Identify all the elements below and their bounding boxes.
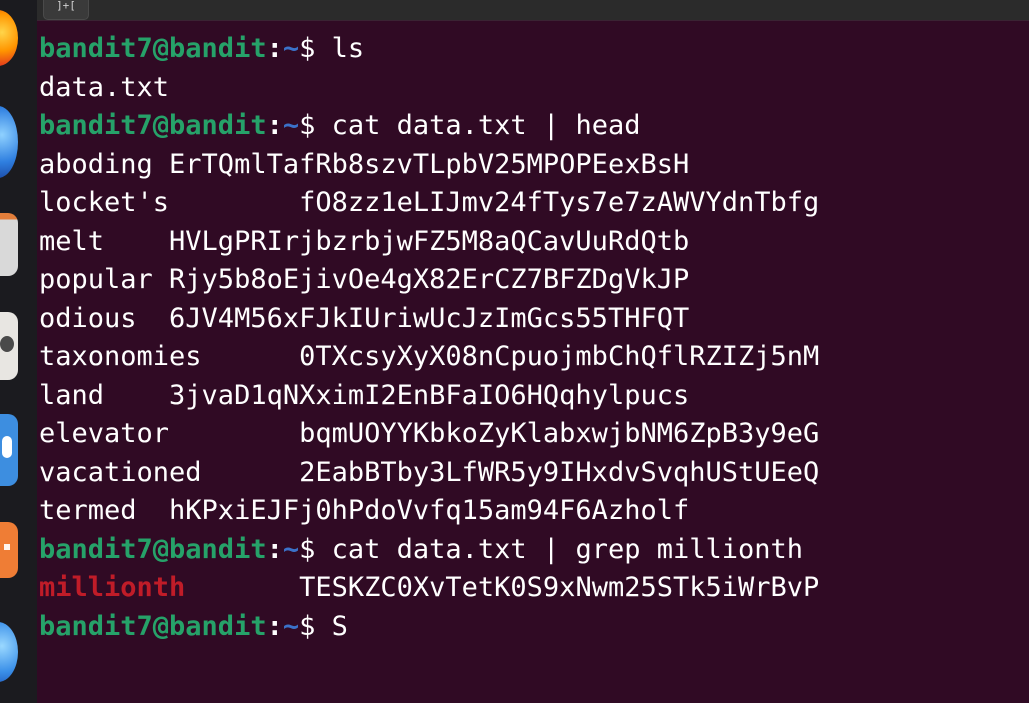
prompt-line: bandit7@bandit:~$ S — [39, 608, 1024, 647]
output-text: locket's fO8zz1eLIJmv24fTys7e7zAWVYdnTbf… — [39, 187, 820, 218]
output-line: vacationed 2EabBTby3LfWR5y9IHxdvSvqhUStU… — [39, 454, 1024, 493]
command-text: cat data.txt | grep millionth — [331, 533, 804, 565]
output-text: aboding ErTQmlTafRb8szvTLpbV25MPOPEexBsH — [39, 148, 690, 180]
command-text: cat data.txt | head — [331, 110, 641, 141]
output-line: elevator bqmUOYYKbkoZyKlabxwjbNM6ZpB3y9e… — [39, 415, 1024, 454]
output-line: termed hKPxiEJFj0hPdoVvfq15am94F6Azholf — [39, 492, 1024, 531]
output-text: odious 6JV4M56xFJkIUriwUcJzImGcs55THFQT — [39, 302, 690, 334]
prompt-separator: : — [266, 33, 283, 64]
output-text: taxonomies 0TXcsyXyX08nCpuojmbChQflRZIZj… — [39, 341, 820, 372]
prompt-line: bandit7@bandit:~$ cat data.txt | head — [39, 107, 1024, 146]
prompt-symbol: $ — [299, 110, 332, 141]
prompt-separator: : — [266, 610, 283, 642]
prompt-path: ~ — [282, 33, 300, 64]
prompt-user-host: bandit7@bandit — [39, 33, 267, 64]
prompt-path: ~ — [282, 610, 300, 642]
output-line: land 3jvaD1qNXximI2EnBFaIO6HQqhylpucs — [39, 377, 1024, 416]
web-icon[interactable] — [0, 622, 18, 682]
output-text: elevator bqmUOYYKbkoZyKlabxwjbNM6ZpB3y9e… — [39, 418, 820, 449]
output-line: data.txt — [39, 69, 1024, 108]
terminal-header-bar: ]+[ — [37, 0, 1029, 21]
output-text: melt HVLgPRIrjbzrbjwFZ5M8aQCavUuRdQtb — [39, 225, 690, 257]
prompt-user-host: bandit7@bandit — [39, 610, 267, 642]
output-text: termed hKPxiEJFj0hPdoVvfq15am94F6Azholf — [39, 495, 690, 526]
prompt-separator: : — [266, 110, 283, 141]
prompt-symbol: $ — [299, 610, 332, 642]
output-line: popular Rjy5b8oEjivOe4gX82ErCZ7BFZDgVkJP — [39, 261, 1024, 300]
prompt-line: bandit7@bandit:~$ cat data.txt | grep mi… — [39, 531, 1024, 570]
output-text: land 3jvaD1qNXximI2EnBFaIO6HQqhylpucs — [39, 379, 690, 411]
output-line: odious 6JV4M56xFJkIUriwUcJzImGcs55THFQT — [39, 300, 1024, 339]
files-icon[interactable] — [0, 213, 18, 276]
disc-icon[interactable] — [0, 312, 18, 380]
terminal-output[interactable]: bandit7@bandit:~$ ls data.txt bandit7@band… — [39, 30, 1024, 646]
output-line: locket's fO8zz1eLIJmv24fTys7e7zAWVYdnTbf… — [39, 184, 1024, 223]
output-text: data.txt — [39, 71, 170, 103]
output-text: popular Rjy5b8oEjivOe4gX82ErCZ7BFZDgVkJP — [39, 264, 690, 295]
prompt-user-host: bandit7@bandit — [39, 110, 267, 141]
prompt-path: ~ — [282, 533, 300, 565]
command-text: S — [331, 610, 348, 642]
output-line: melt HVLgPRIrjbzrbjwFZ5M8aQCavUuRdQtb — [39, 223, 1024, 262]
browser-icon[interactable] — [0, 106, 18, 178]
grep-match: millionth — [39, 572, 186, 603]
grep-result-line: millionth TESKZC0XvTetK0S9xNwm25STk5iWrB… — [39, 569, 1024, 608]
prompt-symbol: $ — [299, 33, 332, 64]
firefox-icon[interactable] — [0, 10, 18, 66]
output-text: vacationed 2EabBTby3LfWR5y9IHxdvSvqhUStU… — [39, 456, 820, 488]
prompt-path: ~ — [282, 110, 300, 141]
prompt-symbol: $ — [299, 533, 332, 565]
grep-rest: TESKZC0XvTetK0S9xNwm25STk5iWrBvP — [185, 572, 820, 603]
output-line: aboding ErTQmlTafRb8szvTLpbV25MPOPEexBsH — [39, 146, 1024, 185]
prompt-line: bandit7@bandit:~$ ls — [39, 30, 1024, 69]
dock — [0, 0, 37, 703]
output-line: taxonomies 0TXcsyXyX08nCpuojmbChQflRZIZj… — [39, 338, 1024, 377]
prompt-separator: : — [266, 533, 283, 565]
command-text: ls — [331, 33, 365, 64]
software-icon[interactable] — [0, 414, 18, 486]
prompt-user-host: bandit7@bandit — [39, 533, 267, 565]
help-icon[interactable] — [0, 522, 18, 578]
new-tab-button[interactable]: ]+[ — [43, 0, 89, 20]
